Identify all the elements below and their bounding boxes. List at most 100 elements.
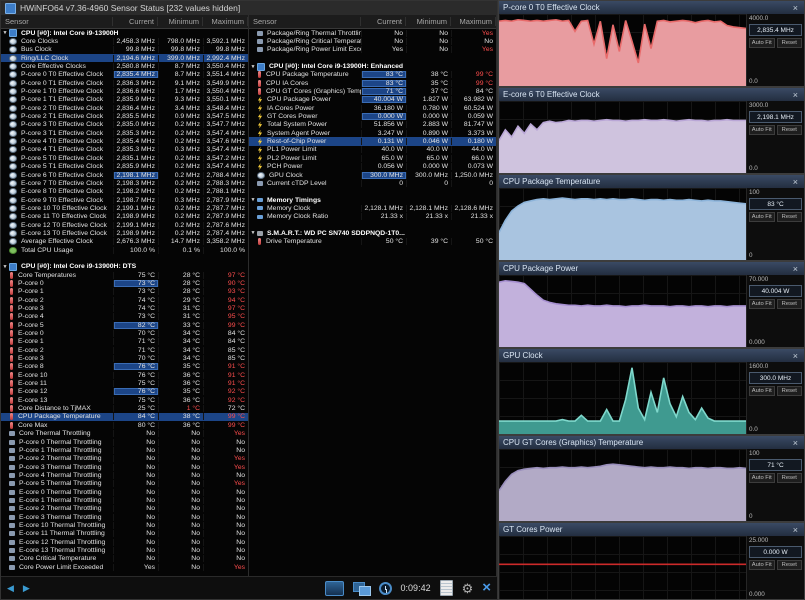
graph-close-icon[interactable]: × bbox=[791, 438, 800, 448]
sensor-row[interactable]: Memory Clock Ratio21.33 x21.33 x21.33 x bbox=[249, 213, 496, 221]
sensor-row[interactable]: E-core 12 T0 Effective Clock2,199.1 MHz0… bbox=[1, 221, 248, 229]
sensor-row[interactable]: System Agent Power3.247 W0.890 W3.373 W bbox=[249, 129, 496, 137]
sensor-row[interactable]: E-core 171 °C34 °C84 °C bbox=[1, 338, 248, 346]
sensor-row[interactable]: P-core 173 °C28 °C93 °C bbox=[1, 288, 248, 296]
autofit-button[interactable]: Auto Fit bbox=[749, 560, 775, 570]
sensor-group-header[interactable]: ▾CPU [#0]: Intel Core i9-13900H: Enhance… bbox=[249, 62, 496, 70]
expand-arrow-icon[interactable]: ▾ bbox=[249, 230, 257, 236]
autofit-button[interactable]: Auto Fit bbox=[749, 299, 775, 309]
graph-close-icon[interactable]: × bbox=[791, 351, 800, 361]
sensor-row[interactable]: Core Critical TemperatureNoNoNo bbox=[1, 555, 248, 563]
autofit-button[interactable]: Auto Fit bbox=[749, 386, 775, 396]
sensor-row[interactable]: E-core 1076 °C36 °C91 °C bbox=[1, 371, 248, 379]
sensor-row[interactable]: P-core 1 T0 Effective Clock2,836.6 MHz1.… bbox=[1, 87, 248, 95]
sensor-group-header[interactable]: ▾S.M.A.R.T.: WD PC SN740 SDDPNQD-1T0... bbox=[249, 229, 496, 237]
column-sensor[interactable]: Sensor bbox=[249, 17, 361, 26]
sensor-row[interactable]: P-core 3 Thermal ThrottlingNoNoYes bbox=[1, 463, 248, 471]
sensor-row[interactable]: GT Cores Power0.000 W0.000 W0.059 W bbox=[249, 112, 496, 120]
sensor-row[interactable]: CPU GT Cores (Graphics) Temperature71 °C… bbox=[249, 87, 496, 95]
reset-button[interactable]: Reset bbox=[777, 560, 803, 570]
sensor-row[interactable]: CPU Package Temperature83 °C38 °C99 °C bbox=[249, 71, 496, 79]
sensor-row[interactable]: Total CPU Usage100.0 %0.1 %100.0 % bbox=[1, 246, 248, 254]
sensor-row[interactable]: Memory Clock2,128.1 MHz2,128.1 MHz2,128.… bbox=[249, 204, 496, 212]
sensor-row[interactable]: GPU Clock300.0 MHz300.0 MHz1,250.0 MHz bbox=[249, 171, 496, 179]
sensor-row[interactable]: P-core 582 °C33 °C99 °C bbox=[1, 321, 248, 329]
sensor-row[interactable]: IA Cores Power36.180 W0.780 W60.524 W bbox=[249, 104, 496, 112]
sensor-row[interactable]: P-core 3 T0 Effective Clock2,835.0 MHz0.… bbox=[1, 121, 248, 129]
sensor-row[interactable]: E-core 271 °C34 °C85 °C bbox=[1, 346, 248, 354]
sensor-row[interactable]: Core Power Limit ExceededYesNoYes bbox=[1, 563, 248, 571]
sensor-row[interactable]: E-core 13 T0 Effective Clock2,198.9 MHz0… bbox=[1, 229, 248, 237]
layout-windows-icon[interactable] bbox=[353, 582, 370, 595]
sensor-row[interactable]: E-core 1375 °C36 °C92 °C bbox=[1, 396, 248, 404]
settings-gear-icon[interactable]: ⚙ bbox=[462, 582, 474, 595]
column-maximum[interactable]: Maximum bbox=[451, 17, 496, 26]
column-sensor[interactable]: Sensor bbox=[1, 17, 113, 26]
sensor-row[interactable]: CPU IA Cores83 °C35 °C99 °C bbox=[249, 79, 496, 87]
sensor-row[interactable]: E-core 3 Thermal ThrottlingNoNoNo bbox=[1, 513, 248, 521]
reset-button[interactable]: Reset bbox=[777, 38, 803, 48]
sensor-row[interactable]: E-core 070 °C34 °C84 °C bbox=[1, 329, 248, 337]
sensor-row[interactable]: P-core 5 T0 Effective Clock2,835.1 MHz0.… bbox=[1, 154, 248, 162]
sensor-row[interactable]: P-core 274 °C29 °C94 °C bbox=[1, 296, 248, 304]
graph-titlebar[interactable]: CPU Package Temperature× bbox=[499, 175, 804, 188]
sensor-row[interactable]: E-core 11 T0 Effective Clock2,198.9 MHz0… bbox=[1, 213, 248, 221]
sensor-row[interactable]: E-core 1175 °C36 °C91 °C bbox=[1, 379, 248, 387]
sensor-row[interactable]: Core Distance to TjMAX25 °C1 °C72 °C bbox=[1, 404, 248, 412]
column-current[interactable]: Current bbox=[361, 17, 406, 26]
sensor-row[interactable]: E-core 6 T0 Effective Clock2,198.1 MHz0.… bbox=[1, 171, 248, 179]
reset-button[interactable]: Reset bbox=[777, 473, 803, 483]
sensor-row[interactable]: Core Clocks2,458.3 MHz798.0 MHz3,592.1 M… bbox=[1, 37, 248, 45]
sensor-row[interactable]: P-core 0 T0 Effective Clock2,835.4 MHz8.… bbox=[1, 71, 248, 79]
sensor-row[interactable]: P-core 0 Thermal ThrottlingNoNoNo bbox=[1, 438, 248, 446]
clock-icon[interactable] bbox=[379, 582, 392, 595]
sensor-row[interactable]: P-core 2 T0 Effective Clock2,836.4 MHz3.… bbox=[1, 104, 248, 112]
sensor-group-header[interactable]: ▾CPU [#0]: Intel Core i9-13900H: DTS bbox=[1, 263, 248, 271]
sensor-group-header[interactable]: ▾Memory Timings bbox=[249, 196, 496, 204]
sensor-row[interactable]: P-core 1 T1 Effective Clock2,835.9 MHz9.… bbox=[1, 96, 248, 104]
sensor-row[interactable]: P-core 4 T1 Effective Clock2,835.3 MHz0.… bbox=[1, 146, 248, 154]
graph-titlebar[interactable]: E-core 6 T0 Effective Clock× bbox=[499, 88, 804, 101]
graph-close-icon[interactable]: × bbox=[791, 177, 800, 187]
nav-right-icon[interactable]: ▶ bbox=[23, 583, 30, 594]
sensor-row[interactable]: Rest-of-Chip Power0.131 W0.046 W0.180 W bbox=[249, 137, 496, 145]
column-minimum[interactable]: Minimum bbox=[406, 17, 451, 26]
sensor-row[interactable]: Package/Ring Thermal ThrottlingNoNoYes bbox=[249, 29, 496, 37]
sensor-row[interactable]: Core Thermal ThrottlingNoNoYes bbox=[1, 430, 248, 438]
sensor-row[interactable]: P-core 5 T1 Effective Clock2,835.9 MHz0.… bbox=[1, 163, 248, 171]
expand-arrow-icon[interactable]: ▾ bbox=[1, 264, 9, 270]
graph-titlebar[interactable]: CPU Package Power× bbox=[499, 262, 804, 275]
graph-titlebar[interactable]: GT Cores Power× bbox=[499, 523, 804, 536]
graph-close-icon[interactable]: × bbox=[791, 264, 800, 274]
sensor-row[interactable]: P-core 4 T0 Effective Clock2,835.4 MHz0.… bbox=[1, 137, 248, 145]
autofit-button[interactable]: Auto Fit bbox=[749, 125, 775, 135]
sensor-row[interactable]: E-core 11 Thermal ThrottlingNoNoNo bbox=[1, 530, 248, 538]
expand-arrow-icon[interactable]: ▾ bbox=[249, 64, 257, 70]
sensor-row[interactable]: Package/Ring Critical TemperatureNoNoNo bbox=[249, 37, 496, 45]
sensor-row[interactable]: Core Effective Clocks2,580.8 MHz8.7 MHz3… bbox=[1, 62, 248, 70]
sensor-row[interactable]: E-core 7 T0 Effective Clock2,198.3 MHz0.… bbox=[1, 179, 248, 187]
sensor-group-header[interactable]: ▾CPU [#0]: Intel Core i9-13900H bbox=[1, 29, 248, 37]
expand-arrow-icon[interactable]: ▾ bbox=[1, 30, 9, 36]
sensor-row[interactable]: Drive Temperature50 °C39 °C50 °C bbox=[249, 238, 496, 246]
sensor-row[interactable]: Bus Clock99.8 MHz99.8 MHz99.8 MHz bbox=[1, 46, 248, 54]
sensor-row[interactable]: E-core 13 Thermal ThrottlingNoNoNo bbox=[1, 546, 248, 554]
sensor-row[interactable]: P-core 4 Thermal ThrottlingNoNoNo bbox=[1, 471, 248, 479]
reset-button[interactable]: Reset bbox=[777, 212, 803, 222]
sensor-row[interactable]: Ring/LLC Clock2,194.6 MHz399.0 MHz2,992.… bbox=[1, 54, 248, 62]
graph-titlebar[interactable]: GPU Clock× bbox=[499, 349, 804, 362]
sensor-row[interactable]: E-core 876 °C35 °C91 °C bbox=[1, 363, 248, 371]
reset-button[interactable]: Reset bbox=[777, 386, 803, 396]
sensor-row[interactable]: E-core 0 Thermal ThrottlingNoNoNo bbox=[1, 488, 248, 496]
sensor-row[interactable]: Package/Ring Power Limit ExceededYesNoYe… bbox=[249, 46, 496, 54]
autofit-button[interactable]: Auto Fit bbox=[749, 473, 775, 483]
sensor-row[interactable]: E-core 10 Thermal ThrottlingNoNoNo bbox=[1, 521, 248, 529]
sensor-row[interactable]: PCH Power0.056 W0.000 W0.073 W bbox=[249, 163, 496, 171]
sensor-row[interactable]: E-core 1276 °C35 °C92 °C bbox=[1, 388, 248, 396]
reset-button[interactable]: Reset bbox=[777, 299, 803, 309]
sensor-row[interactable]: P-core 2 Thermal ThrottlingNoNoYes bbox=[1, 455, 248, 463]
graph-titlebar[interactable]: CPU GT Cores (Graphics) Temperature× bbox=[499, 436, 804, 449]
graph-close-icon[interactable]: × bbox=[791, 525, 800, 535]
close-icon[interactable]: × bbox=[482, 581, 491, 595]
sensor-row[interactable]: PL2 Power Limit65.0 W65.0 W66.0 W bbox=[249, 154, 496, 162]
